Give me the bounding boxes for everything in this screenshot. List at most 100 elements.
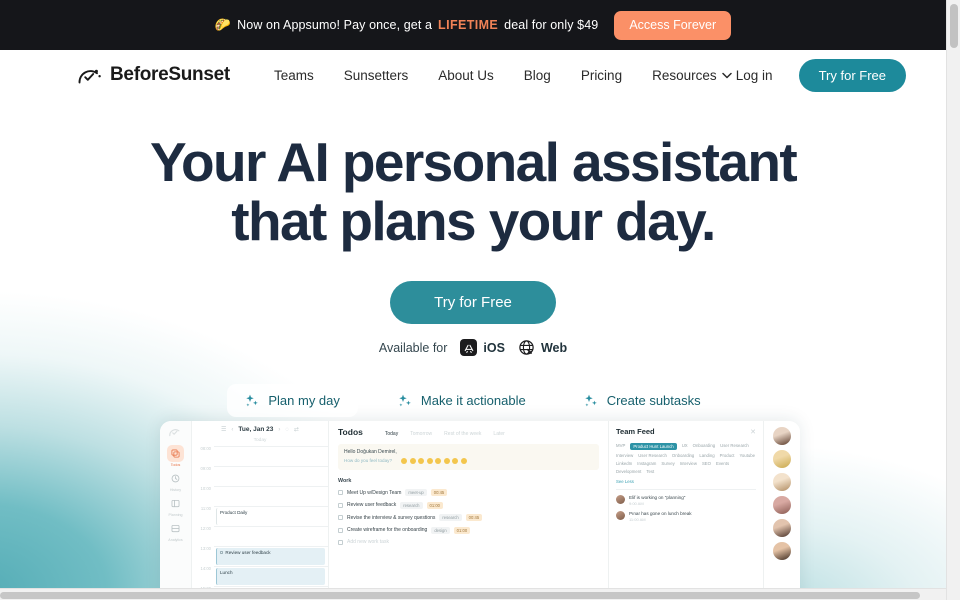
app-sidebar-item-history[interactable]: History bbox=[161, 470, 191, 492]
tab-plan-my-day[interactable]: Plan my day bbox=[227, 384, 358, 417]
mood-emoji[interactable] bbox=[409, 457, 416, 464]
close-icon[interactable]: ✕ bbox=[750, 428, 756, 436]
avatar bbox=[616, 510, 625, 520]
feed-tag[interactable]: Youtube bbox=[739, 453, 755, 458]
calendar-slot[interactable] bbox=[214, 446, 328, 466]
mood-emoji-row[interactable] bbox=[401, 457, 467, 464]
avatar[interactable] bbox=[773, 427, 791, 445]
todo-name: Review user feedback bbox=[347, 502, 397, 508]
feed-tag[interactable]: User Research bbox=[720, 443, 749, 450]
bell-icon[interactable]: ◌ bbox=[285, 427, 289, 433]
todo-checkbox[interactable] bbox=[338, 490, 343, 495]
see-less-toggle[interactable]: See Less bbox=[616, 479, 756, 484]
nav-link-resources[interactable]: Resources bbox=[652, 68, 732, 83]
access-forever-button[interactable]: Access Forever bbox=[614, 10, 732, 40]
todos-tab-today[interactable]: Today bbox=[385, 431, 398, 437]
todo-checkbox[interactable] bbox=[338, 515, 343, 520]
promo-text-after: deal for only $49 bbox=[504, 18, 599, 32]
mood-emoji[interactable] bbox=[443, 457, 450, 464]
todos-tab-later[interactable]: Later bbox=[493, 431, 504, 437]
feed-tag[interactable]: Instagram bbox=[637, 461, 656, 466]
nav-link-blog[interactable]: Blog bbox=[524, 68, 551, 83]
nav-try-for-free-button[interactable]: Try for Free bbox=[798, 58, 906, 92]
chevron-left-icon[interactable]: ‹ bbox=[231, 427, 233, 433]
avatar[interactable] bbox=[773, 473, 791, 491]
feed-tag[interactable]: Survey bbox=[661, 461, 674, 466]
add-todo-row[interactable]: Add new work task bbox=[338, 539, 599, 545]
todo-item[interactable]: Meet Up w/Design Team meet-up 00:45 bbox=[338, 489, 599, 496]
sync-icon[interactable]: ⇄ bbox=[294, 426, 299, 433]
todos-tab-tomorrow[interactable]: Tomorrow bbox=[410, 431, 432, 437]
todo-tag: research bbox=[439, 514, 462, 521]
calendar-time-label: 12:00 bbox=[200, 526, 211, 531]
avatar[interactable] bbox=[773, 450, 791, 468]
app-sidebar-item-planning[interactable]: Planning bbox=[161, 495, 191, 517]
platform-ios[interactable]: iOS bbox=[460, 339, 505, 356]
feed-tag[interactable]: LinkedIn bbox=[616, 461, 632, 466]
todo-item[interactable]: Create wireframe for the onboarding desi… bbox=[338, 526, 599, 534]
mood-emoji[interactable] bbox=[452, 457, 459, 464]
feed-tag[interactable]: UX bbox=[682, 443, 688, 450]
todo-item[interactable]: Revise the interview & survey questions … bbox=[338, 514, 599, 521]
todo-checkbox[interactable] bbox=[338, 527, 343, 533]
nav-link-pricing[interactable]: Pricing bbox=[581, 68, 622, 83]
feed-tag[interactable]: SEO bbox=[702, 461, 711, 466]
tab-make-it-actionable[interactable]: Make it actionable bbox=[380, 384, 544, 417]
feed-tag[interactable]: User Research bbox=[638, 453, 667, 458]
tab-create-subtasks[interactable]: Create subtasks bbox=[566, 384, 719, 417]
calendar-slot[interactable]: Product Daily bbox=[214, 506, 328, 526]
calendar-event[interactable]: Product Daily bbox=[216, 508, 325, 525]
todo-tag: design bbox=[431, 526, 450, 534]
chevron-right-icon[interactable]: › bbox=[278, 427, 280, 433]
calendar-slot[interactable] bbox=[214, 526, 328, 546]
vertical-scrollbar[interactable] bbox=[946, 0, 960, 600]
nav-link-teams[interactable]: Teams bbox=[274, 68, 314, 83]
mood-emoji[interactable] bbox=[435, 457, 442, 464]
calendar-slot[interactable] bbox=[214, 486, 328, 506]
mood-emoji[interactable] bbox=[426, 457, 433, 464]
feed-tag[interactable]: Development bbox=[616, 469, 641, 474]
feed-tag[interactable]: Product bbox=[720, 453, 735, 458]
nav-link-label: Teams bbox=[273, 67, 314, 83]
menu-icon[interactable]: ☰ bbox=[221, 426, 226, 433]
feed-tag[interactable]: Events bbox=[716, 461, 729, 466]
platform-web[interactable]: Web bbox=[518, 339, 567, 356]
avatar[interactable] bbox=[773, 496, 791, 514]
greeting-line-1: Hello Doğukan Demirel, bbox=[344, 449, 397, 455]
todo-checkbox[interactable] bbox=[338, 502, 343, 508]
horizontal-scrollbar-thumb[interactable] bbox=[0, 592, 920, 599]
mood-emoji[interactable] bbox=[460, 457, 467, 464]
feed-tag[interactable]: Onboarding bbox=[672, 453, 694, 458]
feed-tag[interactable]: MVP bbox=[616, 443, 625, 450]
feed-tag[interactable]: Onboarding bbox=[693, 443, 715, 450]
calendar-event-checkbox[interactable] bbox=[220, 550, 224, 554]
vertical-scrollbar-thumb[interactable] bbox=[950, 4, 958, 48]
todos-tab-rest-of-week[interactable]: Rest of the week bbox=[444, 431, 481, 437]
app-sidebar-item-analytics[interactable]: Analytics bbox=[161, 520, 191, 542]
calendar-slot[interactable]: Review user feedback bbox=[214, 546, 328, 566]
calendar-row: 08:00 bbox=[192, 446, 328, 466]
mood-emoji[interactable] bbox=[418, 457, 425, 464]
app-sidebar-item-todos[interactable]: Todos bbox=[161, 445, 191, 467]
horizontal-scrollbar[interactable] bbox=[0, 588, 946, 600]
team-feed-header: Team Feed ✕ bbox=[616, 427, 756, 436]
nav-link-sunsetters[interactable]: Sunsetters bbox=[344, 68, 409, 83]
calendar-slot[interactable]: Lunch bbox=[214, 566, 328, 586]
todo-checkbox[interactable] bbox=[338, 539, 343, 545]
mood-emoji[interactable] bbox=[401, 457, 408, 464]
hero-try-for-free-button[interactable]: Try for Free bbox=[390, 281, 556, 324]
nav-link-about-us[interactable]: About Us bbox=[438, 68, 494, 83]
avatar[interactable] bbox=[773, 542, 791, 560]
todo-item[interactable]: Review user feedback research 01:00 bbox=[338, 501, 599, 509]
feed-tag[interactable]: Interview bbox=[680, 461, 697, 466]
calendar-event[interactable]: Review user feedback bbox=[216, 548, 325, 565]
feed-tag[interactable]: Test bbox=[646, 469, 654, 474]
feed-tag[interactable]: Interview bbox=[616, 453, 633, 458]
login-link[interactable]: Log in bbox=[736, 68, 773, 83]
avatar[interactable] bbox=[773, 519, 791, 537]
feed-tag[interactable]: Landing bbox=[699, 453, 714, 458]
feed-tag-selected[interactable]: Product Hunt Launch bbox=[630, 443, 677, 450]
calendar-event[interactable]: Lunch bbox=[216, 568, 325, 585]
calendar-slot[interactable] bbox=[214, 466, 328, 486]
brand-logo[interactable]: BeforeSunset bbox=[78, 64, 230, 86]
